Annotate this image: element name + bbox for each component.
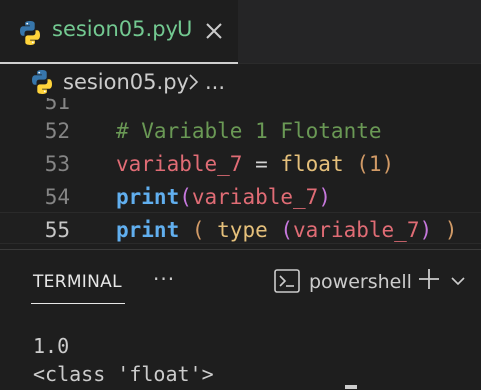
line-number: 52 xyxy=(44,119,70,143)
code-token: ) xyxy=(381,152,395,176)
editor-tab-sesion05[interactable]: sesion05.py U xyxy=(0,0,238,64)
code-token: ( xyxy=(179,218,218,242)
python-icon xyxy=(32,70,52,94)
tab-terminal[interactable]: TERMINAL xyxy=(33,272,122,292)
python-icon xyxy=(20,21,40,45)
code-token: print xyxy=(116,218,180,242)
chevron-down-icon[interactable] xyxy=(450,276,466,286)
close-icon[interactable] xyxy=(203,20,225,42)
code-token: variable_7 xyxy=(191,185,319,209)
breadcrumb-more[interactable]: ... xyxy=(205,70,225,94)
code-editor[interactable]: 51 52 # Variable 1 Flotante 53 variable_7 =… xyxy=(0,98,481,248)
code-token: 1 xyxy=(368,152,382,176)
code-token: float xyxy=(280,152,344,176)
more-actions-button[interactable]: ··· xyxy=(153,267,175,291)
shell-name[interactable]: powershell xyxy=(309,271,412,293)
terminal-output-line: <class 'float'> xyxy=(33,362,214,386)
line-number: 53 xyxy=(44,152,70,176)
line-number: 55 xyxy=(44,218,70,242)
code-line[interactable]: variable_7 = float (1) xyxy=(116,152,394,176)
tab-bar-empty xyxy=(238,0,481,64)
code-token: ( xyxy=(179,185,192,209)
code-token: ) xyxy=(419,218,433,242)
code-token: ) xyxy=(432,218,458,242)
line-number: 54 xyxy=(44,185,70,209)
terminal-cursor xyxy=(345,385,357,389)
code-line[interactable]: # Variable 1 Flotante xyxy=(116,119,382,143)
terminal-output-line: 1.0 xyxy=(33,334,70,358)
chevron-right-icon xyxy=(189,74,199,90)
code-line[interactable]: print ( type (variable_7) ) xyxy=(116,218,457,242)
terminal-icon[interactable] xyxy=(274,269,300,293)
code-token: = xyxy=(242,152,281,176)
code-token: ( xyxy=(267,218,294,242)
code-token: ) xyxy=(318,185,331,209)
code-token: # Variable 1 Flotante xyxy=(116,119,382,143)
breadcrumb-file[interactable]: sesion05.py xyxy=(63,70,189,94)
code-token: print xyxy=(116,185,180,209)
active-tab-underline xyxy=(31,303,125,304)
code-token: type xyxy=(217,218,268,242)
code-line[interactable]: print(variable_7) xyxy=(116,185,331,209)
code-token: ( xyxy=(343,152,369,176)
code-token: variable_7 xyxy=(293,218,420,242)
plus-icon[interactable] xyxy=(417,267,441,291)
untracked-badge: U xyxy=(177,17,193,41)
tab-filename: sesion05.py xyxy=(52,17,178,41)
tab-bar: sesion05.py U xyxy=(0,0,481,64)
code-token: variable_7 xyxy=(116,152,243,176)
